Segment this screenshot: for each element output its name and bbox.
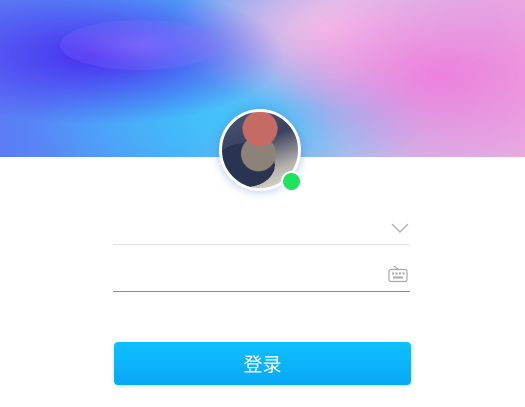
password-field [113,262,410,292]
login-window: 登录 [0,0,525,407]
avatar-container [219,109,302,192]
account-field [113,215,410,245]
online-status-icon [281,171,302,192]
account-underline [113,244,410,245]
password-input[interactable] [113,262,383,290]
chevron-down-icon[interactable] [390,221,410,235]
banner-glow [60,20,220,70]
login-button[interactable]: 登录 [114,342,411,385]
password-underline [113,291,410,292]
keyboard-icon[interactable] [388,265,408,283]
account-input[interactable] [113,215,383,243]
